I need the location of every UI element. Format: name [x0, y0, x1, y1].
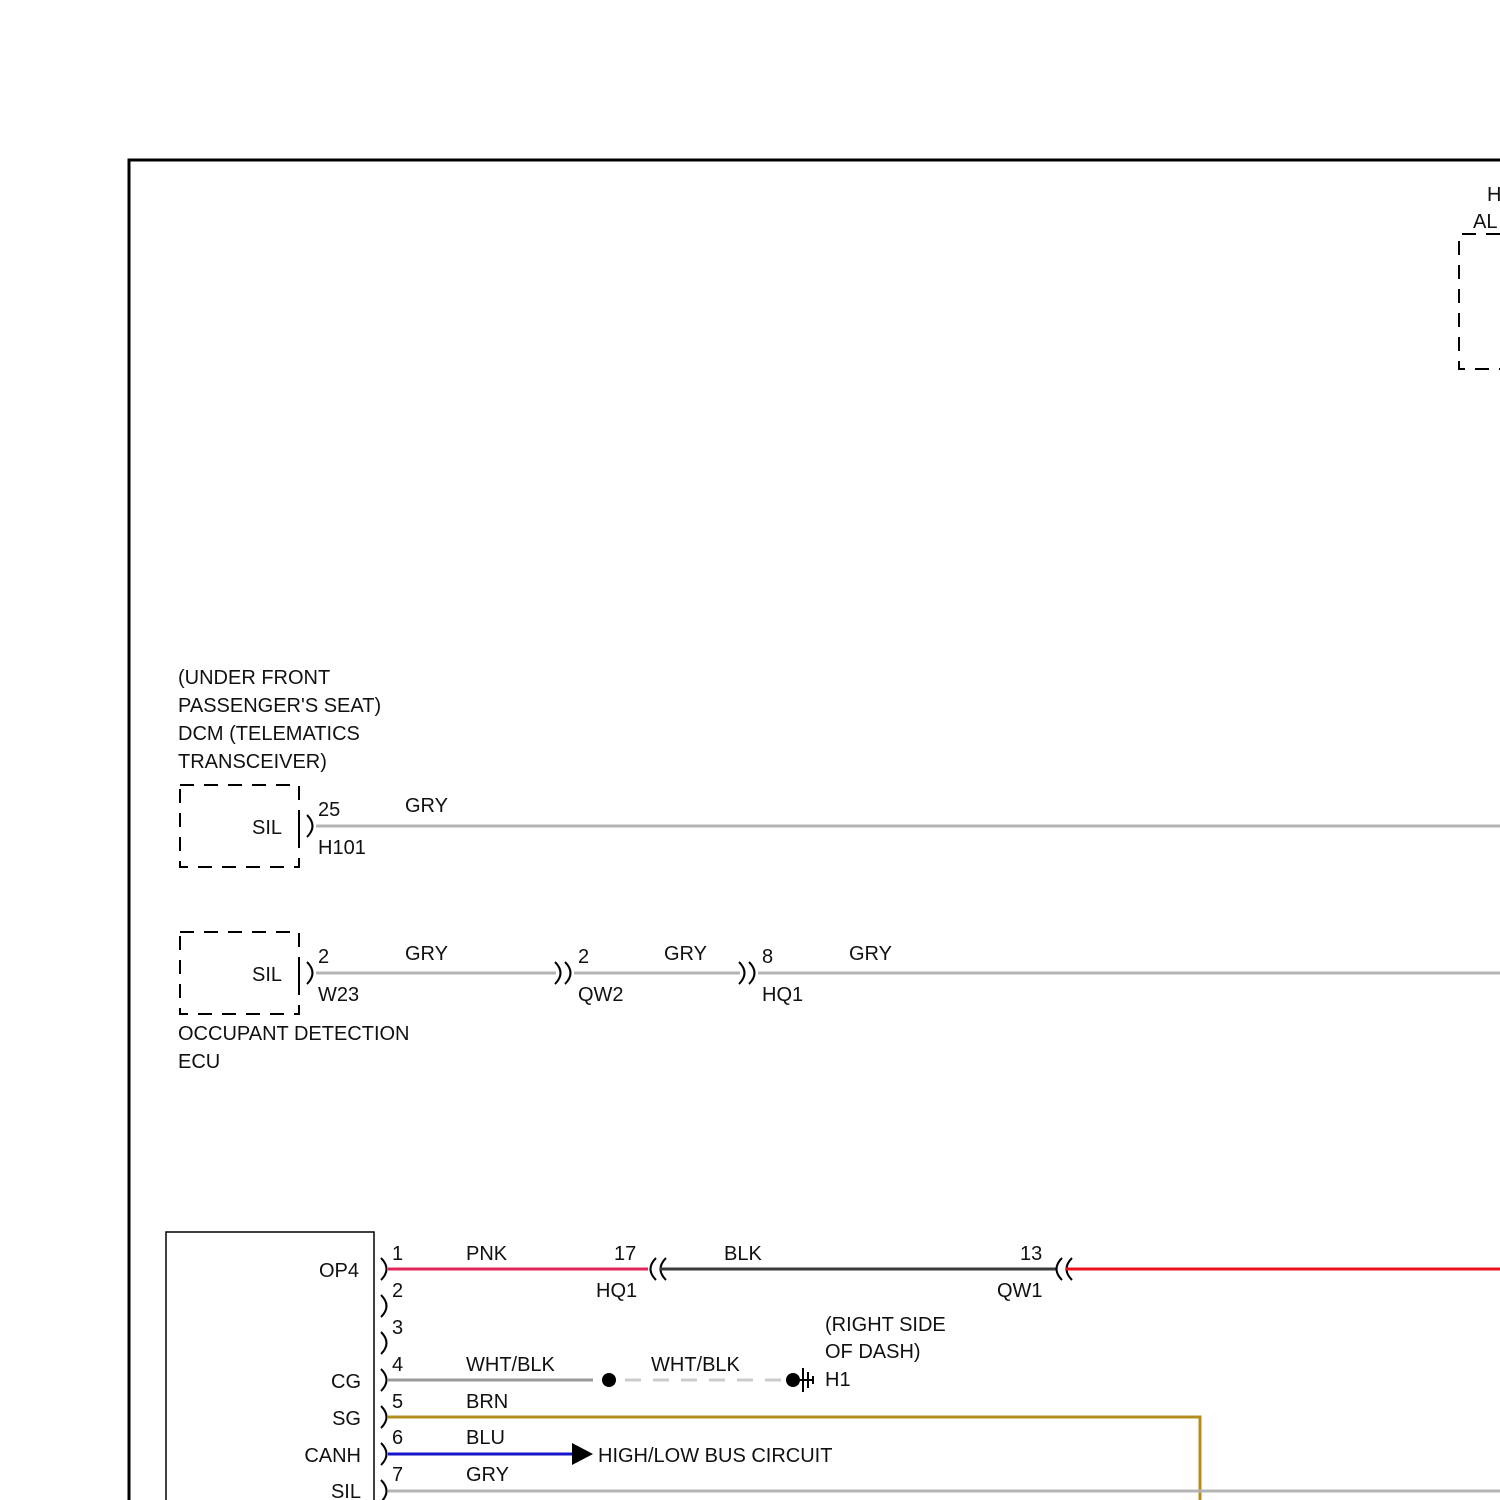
- bus-circuit-reference: HIGH/LOW BUS CIRCUIT: [598, 1445, 832, 1467]
- top-right-component: H AL: [1458, 184, 1500, 370]
- qw1-pin-13-number: 13: [1020, 1243, 1042, 1265]
- top-right-component-label-2: AL: [1473, 211, 1497, 233]
- occupant-ecu-name-line-2: ECU: [178, 1051, 220, 1073]
- hq1-pin-number: 8: [762, 946, 773, 968]
- dlc-pin-4-number: 4: [392, 1354, 403, 1376]
- dcm-connector-symbol: [306, 814, 314, 838]
- ground-point-id: H1: [825, 1369, 851, 1391]
- dlc-terminal-cg: CG: [331, 1371, 361, 1393]
- dlc-pin-5-number: 5: [392, 1391, 403, 1413]
- occupant-ecu-name-line-1: OCCUPANT DETECTION: [178, 1023, 410, 1045]
- dcm-pin-number: 25: [318, 799, 340, 821]
- dlc-pin-7-wire-color: GRY: [466, 1464, 509, 1486]
- occupant-ecu-terminal-name: SIL: [252, 964, 282, 986]
- ground-icon: [800, 1368, 814, 1392]
- dcm-name-line-2: TRANSCEIVER): [178, 751, 327, 773]
- dlc-pin-4-symbol: [380, 1368, 388, 1392]
- ground-splice-dot: [602, 1373, 616, 1387]
- top-right-component-label-1: H: [1487, 184, 1500, 206]
- dlc-pin-1-number: 1: [392, 1243, 403, 1265]
- dlc-pin-6-number: 6: [392, 1427, 403, 1449]
- occupant-ecu-segment-2-color: GRY: [664, 943, 707, 965]
- occupant-ecu-component: SIL 2 W23 OCCUPANT DETECTION ECU GRY 2 Q…: [178, 931, 1500, 1073]
- dlc-pin-3-symbol: [380, 1331, 388, 1355]
- ground-location-line-2: OF DASH): [825, 1341, 921, 1363]
- diagram-frame: [127, 158, 1500, 1500]
- hq1-pin-17-number: 17: [614, 1243, 636, 1265]
- dlc-pin-2-number: 2: [392, 1280, 403, 1302]
- dlc-pin-5-wire-color: BRN: [466, 1391, 508, 1413]
- occupant-ecu-connector-symbol: [306, 961, 314, 985]
- qw1-pin-13-connector-id: QW1: [997, 1280, 1043, 1302]
- dlc-terminal-canh: CANH: [304, 1445, 361, 1467]
- qw2-junction-symbol: [554, 961, 572, 985]
- ground-point-dot: [786, 1373, 800, 1387]
- occupant-ecu-pin-number: 2: [318, 946, 329, 968]
- dcm-terminal-name: SIL: [252, 817, 282, 839]
- bus-arrow-icon: [572, 1443, 593, 1465]
- dlc-pin-6-wire-color: BLU: [466, 1427, 505, 1449]
- dcm-name-line-1: DCM (TELEMATICS: [178, 723, 360, 745]
- dcm-connector-id: H101: [318, 837, 366, 859]
- dlc-terminal-sg: SG: [332, 1408, 361, 1430]
- ground-location-line-1: (RIGHT SIDE: [825, 1314, 946, 1336]
- dlc-pin-1-blk-color: BLK: [724, 1243, 762, 1265]
- dcm-component: (UNDER FRONT PASSENGER'S SEAT) DCM (TELE…: [178, 667, 1500, 868]
- dlc-connector-id: OP4: [319, 1260, 359, 1282]
- dlc-pin-3-number: 3: [392, 1317, 403, 1339]
- dlc-pin-5-symbol: [380, 1405, 388, 1429]
- dcm-location-line-2: PASSENGER'S SEAT): [178, 695, 381, 717]
- ground-wire-color: WHT/BLK: [651, 1354, 741, 1376]
- hq1-connector-id: HQ1: [762, 984, 803, 1006]
- dlc-pin-7-symbol: [380, 1479, 388, 1500]
- top-right-component-outline: [1458, 233, 1500, 370]
- dcm-wire-color-label: GRY: [405, 795, 448, 817]
- hq1-junction-symbol: [738, 961, 756, 985]
- occupant-ecu-segment-3-color: GRY: [849, 943, 892, 965]
- dcm-location-line-1: (UNDER FRONT: [178, 667, 330, 689]
- qw2-connector-id: QW2: [578, 984, 624, 1006]
- dlc-pin-6-symbol: [380, 1442, 388, 1466]
- dlc-component: OP4 1 2 3 4 5 6 7 CG SG CANH SIL PNK 17 …: [165, 1231, 1500, 1500]
- occupant-ecu-segment-1-color: GRY: [405, 943, 448, 965]
- dlc-pin-2-symbol: [380, 1294, 388, 1318]
- qw2-pin-number: 2: [578, 946, 589, 968]
- dlc-pin-1-symbol: [380, 1257, 388, 1281]
- dlc-pin-4-wire-color: WHT/BLK: [466, 1354, 556, 1376]
- hq1-pin-17-connector-id: HQ1: [596, 1280, 637, 1302]
- occupant-ecu-connector-id: W23: [318, 984, 359, 1006]
- dlc-pin-7-number: 7: [392, 1464, 403, 1486]
- dlc-terminal-sil: SIL: [331, 1481, 361, 1500]
- dlc-pin-1-wire-color: PNK: [466, 1243, 508, 1265]
- wiring-diagram: H AL (UNDER FRONT PASSENGER'S SEAT) DCM …: [127, 158, 1500, 1500]
